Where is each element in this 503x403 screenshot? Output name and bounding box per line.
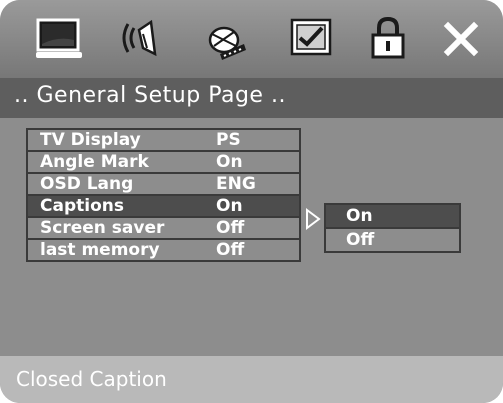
setting-value: On: [216, 196, 243, 216]
setting-value: Off: [216, 240, 245, 260]
setting-value: Off: [216, 218, 245, 238]
help-hint: Closed Caption: [16, 367, 167, 391]
setting-row-screen-saver[interactable]: Screen saver Off: [26, 216, 301, 238]
status-footer: Closed Caption: [0, 356, 503, 403]
setting-row-tv-display[interactable]: TV Display PS: [26, 128, 301, 150]
setting-label: TV Display: [40, 130, 141, 150]
setting-label: Screen saver: [40, 218, 165, 238]
osd-menu: .. General Setup Page .. TV Display PS A…: [0, 0, 503, 403]
setting-row-last-memory[interactable]: last memory Off: [26, 238, 301, 262]
video-disc-icon[interactable]: [200, 14, 252, 64]
setting-row-captions[interactable]: Captions On: [26, 194, 301, 216]
audio-speaker-icon[interactable]: [117, 14, 169, 64]
exit-close-icon[interactable]: [436, 14, 488, 64]
page-title: .. General Setup Page ..: [14, 83, 286, 108]
settings-panel: TV Display PS Angle Mark On OSD Lang ENG…: [0, 118, 503, 356]
submenu-option-label: Off: [346, 230, 375, 250]
setting-label: Angle Mark: [40, 152, 149, 172]
preferences-checklist-icon[interactable]: [286, 14, 338, 64]
tv-display-icon[interactable]: [34, 14, 86, 64]
setting-label: OSD Lang: [40, 174, 134, 194]
submenu-pointer-icon: [305, 208, 321, 230]
setting-row-osd-lang[interactable]: OSD Lang ENG: [26, 172, 301, 194]
setting-value: On: [216, 152, 243, 172]
page-header: .. General Setup Page ..: [0, 78, 503, 118]
setting-label: last memory: [40, 240, 160, 260]
captions-submenu: On Off: [324, 203, 461, 253]
submenu-option-off[interactable]: Off: [324, 229, 461, 253]
setting-row-angle-mark[interactable]: Angle Mark On: [26, 150, 301, 172]
icon-toolbar: [0, 0, 503, 78]
password-lock-icon[interactable]: [363, 14, 415, 64]
setting-value: ENG: [216, 174, 256, 194]
setting-label: Captions: [40, 196, 124, 216]
setting-value: PS: [216, 130, 241, 150]
submenu-option-label: On: [346, 206, 373, 226]
submenu-option-on[interactable]: On: [324, 203, 461, 229]
settings-list: TV Display PS Angle Mark On OSD Lang ENG…: [26, 128, 301, 262]
